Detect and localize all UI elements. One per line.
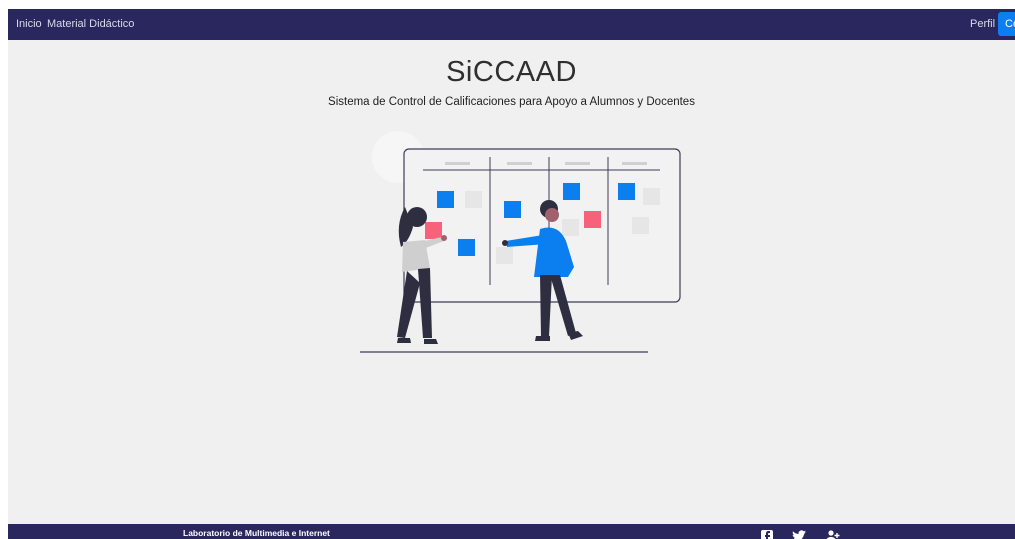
page: Inicio Material Didáctico Perfil Cerrar … [8, 9, 1015, 539]
sticky-note [425, 222, 442, 239]
sticky-note [584, 211, 601, 228]
sticky-note [465, 191, 482, 208]
nav-link-perfil[interactable]: Perfil [970, 18, 995, 30]
footer-text: Laboratorio de Multimedia e Internet [183, 528, 330, 538]
page-title: SiCCAAD [446, 56, 577, 88]
twitter-icon[interactable] [792, 530, 808, 539]
column-header [622, 162, 647, 165]
sticky-note [562, 219, 579, 236]
nav-link-material-didactico[interactable]: Material Didáctico [47, 18, 134, 30]
page-subtitle: Sistema de Control de Calificaciones par… [328, 96, 695, 108]
nav-link-inicio[interactable]: Inicio [16, 18, 42, 30]
kanban-board-illustration [360, 131, 681, 353]
column-header [565, 162, 590, 165]
column-header [507, 162, 532, 165]
sticky-note [496, 247, 513, 264]
sticky-note [563, 183, 580, 200]
sticky-note [458, 239, 475, 256]
logout-button[interactable]: Cerrar sesión [998, 12, 1015, 36]
social-icon[interactable] [826, 530, 842, 539]
sticky-note [632, 217, 649, 234]
navbar: Inicio Material Didáctico Perfil Cerrar … [8, 9, 1015, 40]
sticky-note [437, 191, 454, 208]
footer: Laboratorio de Multimedia e Internet [8, 524, 1015, 539]
column-header [445, 162, 470, 165]
sticky-note [643, 188, 660, 205]
sticky-note [504, 201, 521, 218]
facebook-icon[interactable] [761, 530, 777, 539]
sticky-note [618, 183, 635, 200]
